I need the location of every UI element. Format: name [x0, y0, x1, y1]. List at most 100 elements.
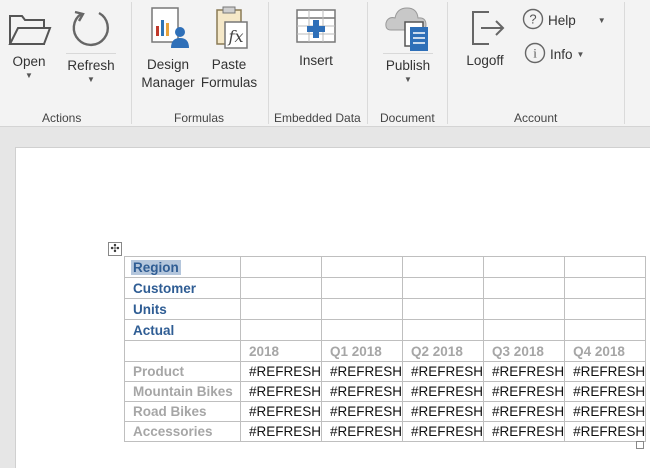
table-cell[interactable]	[402, 256, 485, 278]
column-header-cell[interactable]: Q1 2018	[321, 340, 404, 362]
table-move-handle[interactable]: ✣	[108, 242, 122, 256]
table-row: Mountain Bikes #REFRESH #REFRESH #REFRES…	[124, 381, 647, 402]
data-cell[interactable]: #REFRESH	[239, 361, 323, 382]
group-separator	[367, 2, 368, 124]
table-cell[interactable]	[483, 319, 566, 341]
paste-formulas-icon: fx	[199, 6, 259, 50]
paste-formulas-label-2: Formulas	[200, 75, 258, 90]
data-cell[interactable]: #REFRESH	[402, 361, 485, 382]
insert-table-icon	[288, 6, 344, 46]
publish-button[interactable]: Publish ▼	[381, 2, 435, 85]
column-header-cell[interactable]: Q3 2018	[483, 340, 566, 362]
svg-text:i: i	[533, 46, 537, 61]
publish-label: Publish	[385, 58, 431, 73]
data-cell[interactable]: #REFRESH	[321, 381, 404, 402]
row-header-label: Customer	[133, 280, 197, 296]
logoff-button[interactable]: Logoff	[458, 6, 512, 70]
logoff-icon	[458, 6, 512, 50]
table-cell[interactable]	[402, 298, 485, 320]
table-cell[interactable]	[564, 277, 647, 299]
column-header-cell[interactable]: Q2 2018	[402, 340, 485, 362]
group-label-account: Account	[514, 111, 558, 125]
table-resize-handle[interactable]	[636, 441, 644, 449]
data-cell[interactable]: #REFRESH	[483, 421, 566, 442]
data-cell[interactable]: #REFRESH	[321, 361, 404, 382]
table-cell[interactable]	[564, 319, 647, 341]
table-row: Units	[124, 298, 647, 320]
row-label-cell[interactable]: Road Bikes	[124, 401, 241, 422]
table-row: Region	[124, 256, 647, 278]
report-table: Region Customer Units Actual 2018 Q1 201…	[124, 256, 647, 442]
table-cell[interactable]	[402, 277, 485, 299]
row-header-cell[interactable]: Actual	[124, 319, 241, 341]
insert-label: Insert	[299, 53, 333, 68]
table-cell[interactable]	[321, 277, 404, 299]
data-cell[interactable]: #REFRESH	[321, 401, 404, 422]
column-header-cell[interactable]: Q4 2018	[564, 340, 647, 362]
table-cell[interactable]	[239, 298, 323, 320]
data-cell[interactable]: #REFRESH	[402, 401, 485, 422]
row-label-cell[interactable]: Product	[124, 361, 241, 382]
data-cell[interactable]: #REFRESH	[402, 381, 485, 402]
row-header-label: Actual	[133, 322, 175, 338]
logoff-label: Logoff	[466, 53, 504, 68]
table-cell[interactable]	[239, 319, 323, 341]
data-cell[interactable]: #REFRESH	[483, 361, 566, 382]
data-cell[interactable]: #REFRESH	[564, 361, 647, 382]
data-cell[interactable]: #REFRESH	[564, 421, 647, 442]
data-cell[interactable]: #REFRESH	[483, 381, 566, 402]
design-manager-label-1: Design	[146, 57, 190, 72]
refresh-split-line	[66, 53, 116, 54]
open-button[interactable]: Open ▼	[4, 6, 54, 81]
table-cell[interactable]	[402, 319, 485, 341]
table-row: Road Bikes #REFRESH #REFRESH #REFRESH #R…	[124, 401, 647, 422]
table-row: Customer	[124, 277, 647, 299]
paste-formulas-button[interactable]: fx Paste Formulas	[199, 6, 259, 92]
help-label: Help	[548, 13, 576, 28]
row-header-cell[interactable]: Region	[124, 256, 241, 278]
refresh-button[interactable]: Refresh ▼	[64, 6, 118, 85]
data-cell[interactable]: #REFRESH	[239, 421, 323, 442]
table-cell[interactable]	[124, 340, 241, 362]
data-cell[interactable]: #REFRESH	[239, 401, 323, 422]
table-cell[interactable]	[564, 256, 647, 278]
info-icon: i	[524, 42, 546, 67]
row-header-cell[interactable]: Units	[124, 298, 241, 320]
group-label-formulas: Formulas	[174, 111, 225, 125]
column-header-cell[interactable]: 2018	[239, 340, 323, 362]
data-cell[interactable]: #REFRESH	[564, 401, 647, 422]
row-label-cell[interactable]: Mountain Bikes	[124, 381, 241, 402]
table-row: Product #REFRESH #REFRESH #REFRESH #REFR…	[124, 361, 647, 382]
row-label-cell[interactable]: Accessories	[124, 421, 241, 442]
table-cell[interactable]	[239, 277, 323, 299]
table-cell[interactable]	[483, 277, 566, 299]
data-cell[interactable]: #REFRESH	[402, 421, 485, 442]
data-cell[interactable]: #REFRESH	[483, 401, 566, 422]
table-cell[interactable]	[564, 298, 647, 320]
table-cell[interactable]	[321, 298, 404, 320]
group-separator	[268, 2, 269, 124]
table-cell[interactable]	[321, 256, 404, 278]
row-header-cell[interactable]: Customer	[124, 277, 241, 299]
svg-text:?: ?	[529, 12, 536, 27]
row-header-label: Units	[133, 301, 167, 317]
insert-button[interactable]: Insert	[288, 6, 344, 70]
chevron-down-icon: ▼	[404, 75, 412, 84]
svg-text:fx: fx	[228, 27, 244, 46]
data-cell[interactable]: #REFRESH	[564, 381, 647, 402]
help-button[interactable]: ? Help ▼	[522, 8, 606, 33]
chevron-down-icon: ▼	[597, 15, 606, 25]
table-cell[interactable]	[239, 256, 323, 278]
info-label: Info	[550, 47, 573, 62]
table-cell[interactable]	[483, 256, 566, 278]
info-button[interactable]: i Info ▼	[524, 42, 584, 67]
data-cell[interactable]: #REFRESH	[239, 381, 323, 402]
table-cell[interactable]	[483, 298, 566, 320]
table-row: Accessories #REFRESH #REFRESH #REFRESH #…	[124, 421, 647, 442]
chevron-down-icon: ▼	[25, 71, 33, 80]
row-header-label: Region	[131, 259, 181, 275]
refresh-icon	[64, 6, 118, 50]
design-manager-button[interactable]: Design Manager	[139, 6, 197, 92]
table-cell[interactable]	[321, 319, 404, 341]
data-cell[interactable]: #REFRESH	[321, 421, 404, 442]
